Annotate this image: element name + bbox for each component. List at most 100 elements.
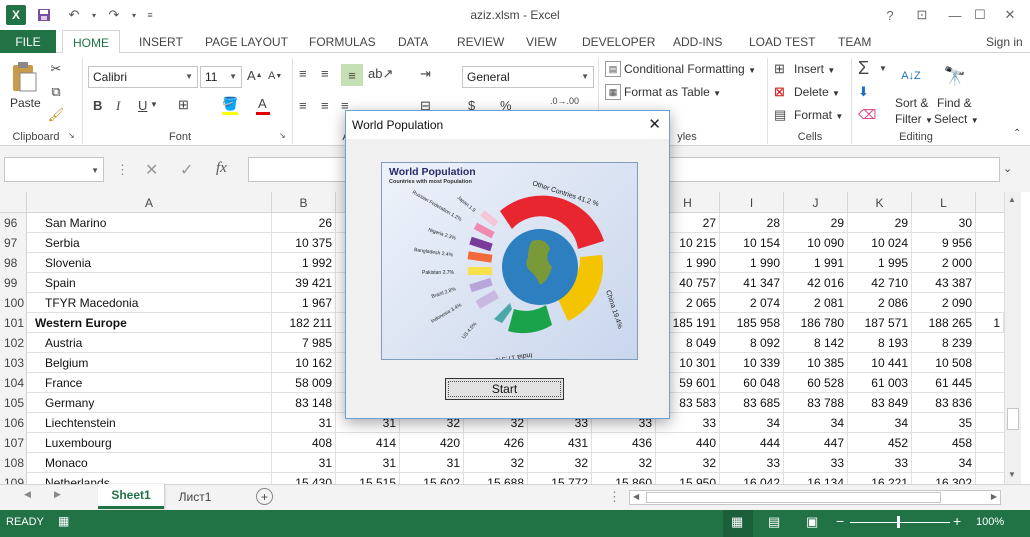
- cell-country[interactable]: Belgium: [27, 353, 272, 373]
- grow-font-button[interactable]: A ▲: [247, 68, 263, 83]
- autosum-icon[interactable]: Σ: [858, 58, 869, 79]
- align-middle-icon[interactable]: ≡: [321, 66, 329, 81]
- align-left-icon[interactable]: ≡: [299, 98, 307, 113]
- cell-value[interactable]: 15 860: [592, 473, 656, 484]
- column-header-i[interactable]: I: [720, 192, 784, 213]
- cell-value[interactable]: 30: [912, 213, 976, 233]
- row-header[interactable]: 105: [0, 393, 27, 413]
- cell-value[interactable]: 34: [912, 453, 976, 473]
- cell-country[interactable]: France: [27, 373, 272, 393]
- sheet-prev-icon[interactable]: ◀: [24, 489, 31, 500]
- cell-value[interactable]: 447: [784, 433, 848, 453]
- italic-button[interactable]: I: [116, 98, 120, 114]
- cell-value[interactable]: 1 995: [848, 253, 912, 273]
- cell-value[interactable]: 10 154: [720, 233, 784, 253]
- cell-value[interactable]: 10 090: [784, 233, 848, 253]
- cell-value[interactable]: 1 990: [720, 253, 784, 273]
- collapse-ribbon-icon[interactable]: ⌃: [1013, 128, 1021, 139]
- cell-value[interactable]: 10 375: [272, 233, 336, 253]
- underline-dropdown-icon[interactable]: ▼: [150, 100, 158, 109]
- insert-cells-button[interactable]: Insert ▼: [794, 62, 835, 76]
- cell-value[interactable]: 42 710: [848, 273, 912, 293]
- cancel-entry-icon[interactable]: ✕: [145, 160, 158, 180]
- cell-value[interactable]: 15 602: [400, 473, 464, 484]
- row-header[interactable]: 101: [0, 313, 27, 333]
- cell-value[interactable]: 444: [720, 433, 784, 453]
- tab-insert[interactable]: INSERT: [139, 30, 183, 54]
- cell-value[interactable]: 15 950: [656, 473, 720, 484]
- format-cells-button[interactable]: Format ▼: [794, 108, 843, 122]
- increase-decimal-icon[interactable]: .0→.00: [550, 96, 579, 106]
- cell-value[interactable]: 2 081: [784, 293, 848, 313]
- cell-value[interactable]: 32: [528, 453, 592, 473]
- cell-value[interactable]: 83 148: [272, 393, 336, 413]
- cut-icon[interactable]: ✂: [46, 60, 66, 78]
- cell-value[interactable]: 83 788: [784, 393, 848, 413]
- cell-value[interactable]: 58 009: [272, 373, 336, 393]
- cell-value[interactable]: 33: [784, 453, 848, 473]
- column-header-a[interactable]: A: [27, 192, 272, 213]
- tab-file[interactable]: FILE: [0, 30, 56, 54]
- tab-team[interactable]: TEAM: [838, 30, 871, 54]
- cell-country[interactable]: Serbia: [27, 233, 272, 253]
- format-as-table-icon[interactable]: ▦: [605, 84, 621, 100]
- cell-value[interactable]: 2 086: [848, 293, 912, 313]
- borders-icon[interactable]: ⊞: [178, 97, 189, 113]
- cell-value[interactable]: 16 042: [720, 473, 784, 484]
- paste-icon[interactable]: [8, 60, 40, 94]
- help-button[interactable]: ?: [875, 4, 905, 26]
- format-cells-icon[interactable]: ▤: [774, 107, 786, 123]
- cell-country[interactable]: Luxembourg: [27, 433, 272, 453]
- cell-value[interactable]: 2 074: [720, 293, 784, 313]
- ribbon-display-icon[interactable]: ⊡: [907, 4, 937, 26]
- cell-value[interactable]: 426: [464, 433, 528, 453]
- vertical-scroll-thumb[interactable]: [1007, 408, 1019, 430]
- cell-country[interactable]: Liechtenstein: [27, 413, 272, 433]
- cell-value[interactable]: 61 445: [912, 373, 976, 393]
- page-break-view-icon[interactable]: ▣: [806, 514, 818, 530]
- column-header-b[interactable]: B: [272, 192, 336, 213]
- zoom-in-icon[interactable]: +: [953, 513, 961, 529]
- cell-value[interactable]: 2 000: [912, 253, 976, 273]
- row-header[interactable]: 109: [0, 473, 27, 484]
- cell-value[interactable]: 15 772: [528, 473, 592, 484]
- cell-value[interactable]: 1 992: [272, 253, 336, 273]
- tab-add-ins[interactable]: ADD-INS: [673, 30, 722, 54]
- cell-value[interactable]: 34: [848, 413, 912, 433]
- zoom-slider[interactable]: [850, 522, 950, 523]
- cell-value[interactable]: 10 339: [720, 353, 784, 373]
- sheet-next-icon[interactable]: ▶: [54, 489, 61, 500]
- zoom-slider-thumb[interactable]: [897, 516, 900, 528]
- cell-country[interactable]: Germany: [27, 393, 272, 413]
- sort-filter-icon[interactable]: A↓Z: [896, 60, 926, 92]
- start-button[interactable]: Start: [445, 378, 564, 400]
- cell-value[interactable]: 187 571: [848, 313, 912, 333]
- cell-value[interactable]: 32: [464, 453, 528, 473]
- cell-country[interactable]: Western Europe: [27, 313, 272, 333]
- row-header[interactable]: 106: [0, 413, 27, 433]
- cell-value[interactable]: 32: [656, 453, 720, 473]
- cell-value[interactable]: 436: [592, 433, 656, 453]
- cell-value[interactable]: 16 221: [848, 473, 912, 484]
- tab-developer[interactable]: DEVELOPER: [582, 30, 655, 54]
- normal-view-icon[interactable]: ▦: [731, 514, 743, 530]
- cell-value[interactable]: 10 385: [784, 353, 848, 373]
- tab-home[interactable]: HOME: [62, 30, 120, 55]
- align-top-icon[interactable]: ≡: [299, 66, 307, 81]
- cell-value[interactable]: 16 134: [784, 473, 848, 484]
- conditional-formatting-icon[interactable]: ▤: [605, 61, 621, 77]
- sheet-tab[interactable]: Лист1: [166, 484, 224, 509]
- delete-cells-icon[interactable]: ⊠: [774, 84, 785, 100]
- clipboard-launcher-icon[interactable]: ↘: [68, 131, 75, 140]
- column-header-k[interactable]: K: [848, 192, 912, 213]
- insert-cells-icon[interactable]: ⊞: [774, 61, 785, 77]
- bold-button[interactable]: B: [93, 98, 102, 113]
- cell-value[interactable]: 10 441: [848, 353, 912, 373]
- cell-country[interactable]: San Marino: [27, 213, 272, 233]
- cell-value[interactable]: 83 849: [848, 393, 912, 413]
- cell-country[interactable]: Slovenia: [27, 253, 272, 273]
- format-painter-icon[interactable]: 🖌: [46, 106, 66, 124]
- cell-value[interactable]: 43 387: [912, 273, 976, 293]
- cell-country[interactable]: Spain: [27, 273, 272, 293]
- font-family-select[interactable]: Calibri ▼: [88, 66, 198, 88]
